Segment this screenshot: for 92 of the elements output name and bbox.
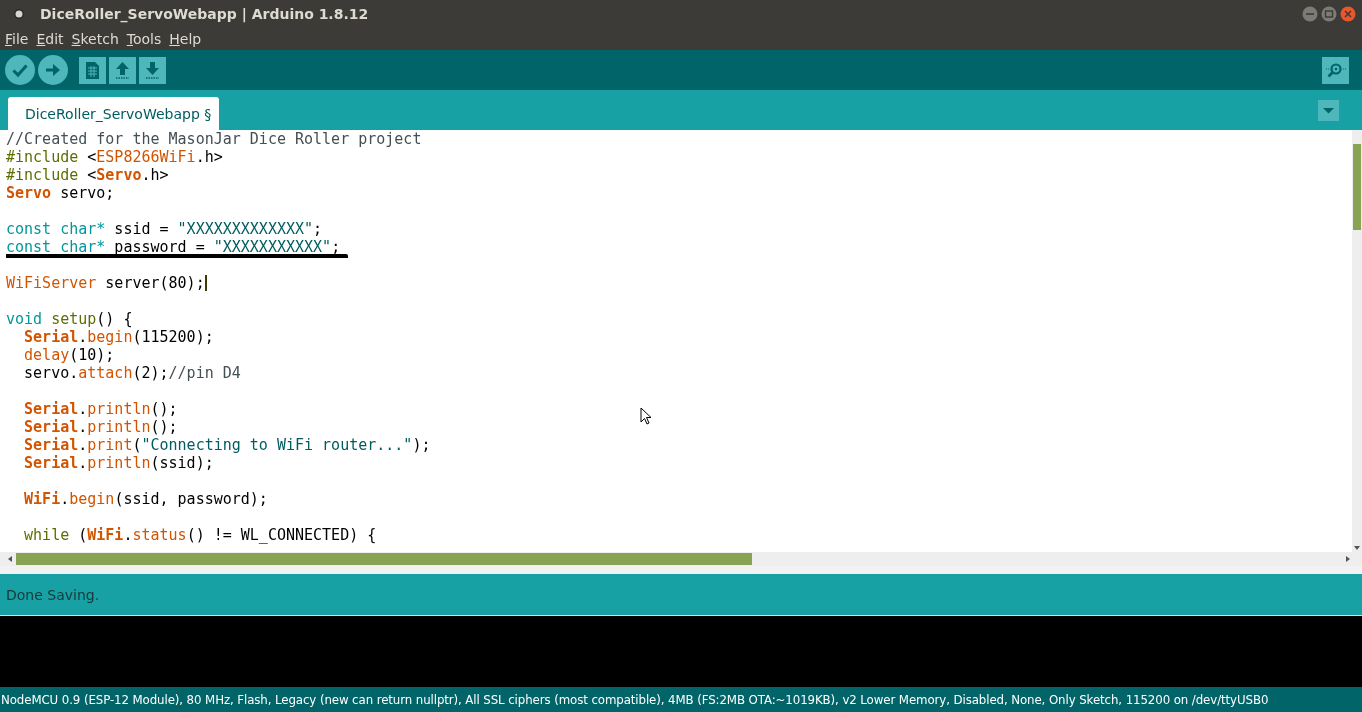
text-cursor: [204, 275, 207, 291]
scrollbar-thumb[interactable]: [16, 553, 752, 565]
code-token: Serial: [23, 400, 79, 418]
code-token: servo.: [23, 364, 79, 382]
code-token: while: [23, 526, 70, 544]
code-token: const: [6, 238, 52, 256]
code-token: begin: [87, 328, 133, 346]
tab-menu-button[interactable]: [1318, 99, 1339, 121]
code-token: );: [412, 436, 431, 454]
app-icon: [13, 8, 25, 20]
code-token: <: [86, 166, 97, 184]
code-token: .h>: [195, 148, 223, 166]
menu-item[interactable]: Edit: [36, 31, 64, 47]
code-token: password =: [113, 238, 206, 256]
code-token: WiFi: [87, 526, 124, 544]
code-token: "Connecting to WiFi router...": [141, 436, 413, 454]
maximize-button[interactable]: [1321, 6, 1337, 22]
code-token: servo;: [59, 184, 115, 202]
code-token: (: [132, 436, 142, 454]
menu-item[interactable]: Tools: [126, 31, 162, 47]
code-token: println: [87, 454, 151, 472]
verify-button[interactable]: [5, 55, 35, 85]
scrollbar-thumb[interactable]: [1353, 144, 1361, 230]
code-token: ssid =: [113, 220, 170, 238]
upload-button[interactable]: [38, 55, 68, 85]
scroll-right-arrow[interactable]: [1346, 556, 1350, 562]
serial-monitor-button[interactable]: [1322, 56, 1349, 84]
code-token: println: [87, 400, 151, 418]
code-token: .: [78, 418, 88, 436]
code-token: print: [87, 436, 133, 454]
menu-item[interactable]: Help: [169, 31, 202, 47]
minimize-button[interactable]: [1302, 6, 1318, 22]
code-token: void: [6, 310, 43, 328]
code-token: delay: [23, 346, 70, 364]
code-token: ;: [331, 238, 341, 256]
window-title: DiceRoller_ServoWebapp | Arduino 1.8.12: [40, 6, 369, 22]
horizontal-scrollbar[interactable]: [0, 552, 1362, 566]
code-token: status: [132, 526, 187, 544]
code-token: #include: [6, 148, 79, 166]
code-token: Servo: [6, 184, 52, 202]
code-comment: //pin D4: [168, 364, 241, 382]
code-token: Serial: [23, 454, 79, 472]
code-token: () {: [96, 310, 133, 328]
code-token: (10);: [69, 346, 115, 364]
board-status: NodeMCU 0.9 (ESP-12 Module), 80 MHz, Flash, Legacy (new can return nullptr), All SSL ciphers (most compatible), 4MB (FS:2MB OTA:~1019KB), v2 Lower Memory, Disabled, None, Only Sketch, 115200 on /dev/ttyUSB0: [1, 692, 1269, 707]
status-message: Done Saving.: [6, 586, 100, 603]
code-token: (115200);: [132, 328, 214, 346]
code-token: .: [60, 490, 70, 508]
sketch-tab[interactable]: DiceRoller_ServoWebapp §: [8, 97, 220, 130]
scroll-left-arrow[interactable]: [8, 556, 12, 562]
code-token: Serial: [23, 418, 79, 436]
code-token: server(80);: [104, 274, 205, 292]
code-token: setup: [50, 310, 97, 328]
code-token: Serial: [23, 436, 79, 454]
code-token: attach: [78, 364, 133, 382]
save-button[interactable]: [139, 56, 166, 84]
code-token: (: [77, 526, 88, 544]
code-token: "XXXXXXXXXXXXX": [177, 220, 314, 238]
code-token: .h>: [141, 166, 169, 184]
code-token: .: [78, 436, 88, 454]
code-token: .: [123, 526, 133, 544]
code-token: WiFiServer: [6, 274, 97, 292]
code-token: ();: [150, 400, 178, 418]
code-token: .: [78, 454, 88, 472]
code-comment: //Created for the MasonJar Dice Roller project: [6, 130, 422, 148]
code-token: #include: [6, 166, 79, 184]
code-token: "XXXXXXXXXXX": [213, 238, 332, 256]
code-token: <: [86, 148, 97, 166]
code-token: (2);: [132, 364, 169, 382]
close-button[interactable]: [1340, 6, 1356, 22]
code-token: (ssid, password);: [114, 490, 268, 508]
code-token: ;: [313, 220, 323, 238]
code-token: (ssid);: [150, 454, 214, 472]
code-token: char*: [59, 220, 106, 238]
code-token: Servo: [96, 166, 142, 184]
code-token: char*: [59, 238, 106, 256]
menu-item[interactable]: Sketch: [71, 31, 119, 47]
vertical-scrollbar[interactable]: [1352, 130, 1362, 552]
code-token: ();: [150, 418, 178, 436]
open-button[interactable]: [109, 56, 136, 84]
mouse-pointer-icon: [640, 407, 652, 425]
code-token: Serial: [23, 328, 79, 346]
code-token: begin: [69, 490, 115, 508]
code-token: ESP8266WiFi: [96, 148, 196, 166]
code-token: .: [78, 400, 88, 418]
new-sketch-button[interactable]: [79, 56, 106, 84]
code-token: .: [78, 328, 88, 346]
code-token: println: [87, 418, 151, 436]
code-token: const: [6, 220, 52, 238]
code-token: WiFi: [23, 490, 61, 508]
menu-item[interactable]: File: [5, 31, 29, 47]
code-token: () != WL_CONNECTED) {: [186, 526, 377, 544]
